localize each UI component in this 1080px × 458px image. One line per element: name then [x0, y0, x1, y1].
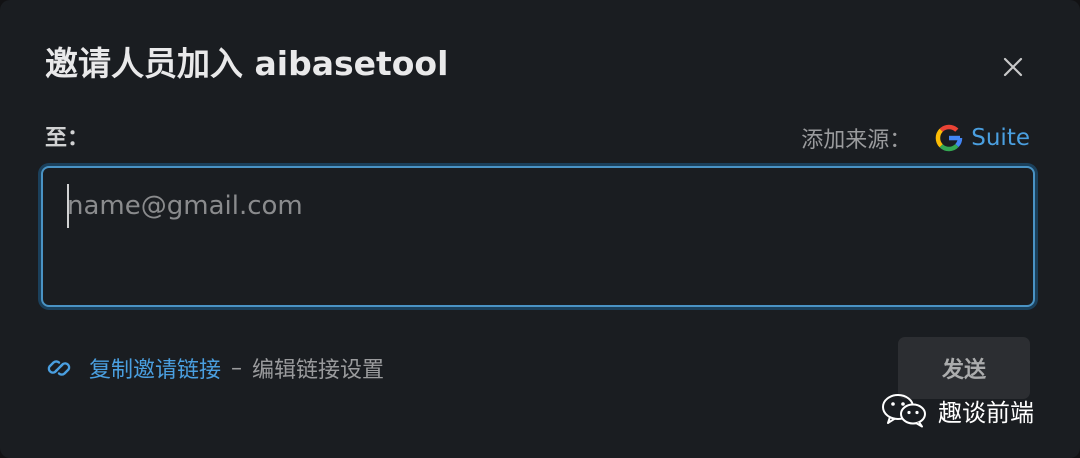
gsuite-button[interactable]: Suite	[935, 124, 1030, 152]
invite-email-field[interactable]	[41, 166, 1035, 307]
add-from: 添加来源： Suite	[801, 120, 1030, 156]
google-g-icon	[936, 124, 963, 152]
email-input[interactable]	[67, 186, 1007, 226]
wechat-watermark: 趣谈前端	[880, 388, 1034, 432]
gsuite-label: Suite	[971, 125, 1030, 151]
close-icon	[1003, 57, 1023, 77]
separator: –	[231, 355, 243, 381]
invite-dialog: 邀请人员加入 aibasetool 至： 添加来源： Suite name@gm…	[0, 0, 1080, 458]
to-label: 至：	[45, 126, 90, 151]
dialog-title: 邀请人员加入 aibasetool	[45, 44, 449, 83]
footer-links: 复制邀请链接 – 编辑链接设置	[45, 350, 384, 386]
wechat-icon	[882, 394, 926, 428]
copy-invite-link[interactable]: 复制邀请链接	[89, 352, 221, 384]
text-caret	[67, 184, 69, 228]
edit-link-settings[interactable]: 编辑链接设置	[252, 352, 384, 384]
link-icon[interactable]	[45, 354, 73, 382]
close-button[interactable]	[998, 52, 1028, 82]
add-from-label: 添加来源：	[801, 128, 912, 153]
watermark-text: 趣谈前端	[938, 398, 1034, 427]
